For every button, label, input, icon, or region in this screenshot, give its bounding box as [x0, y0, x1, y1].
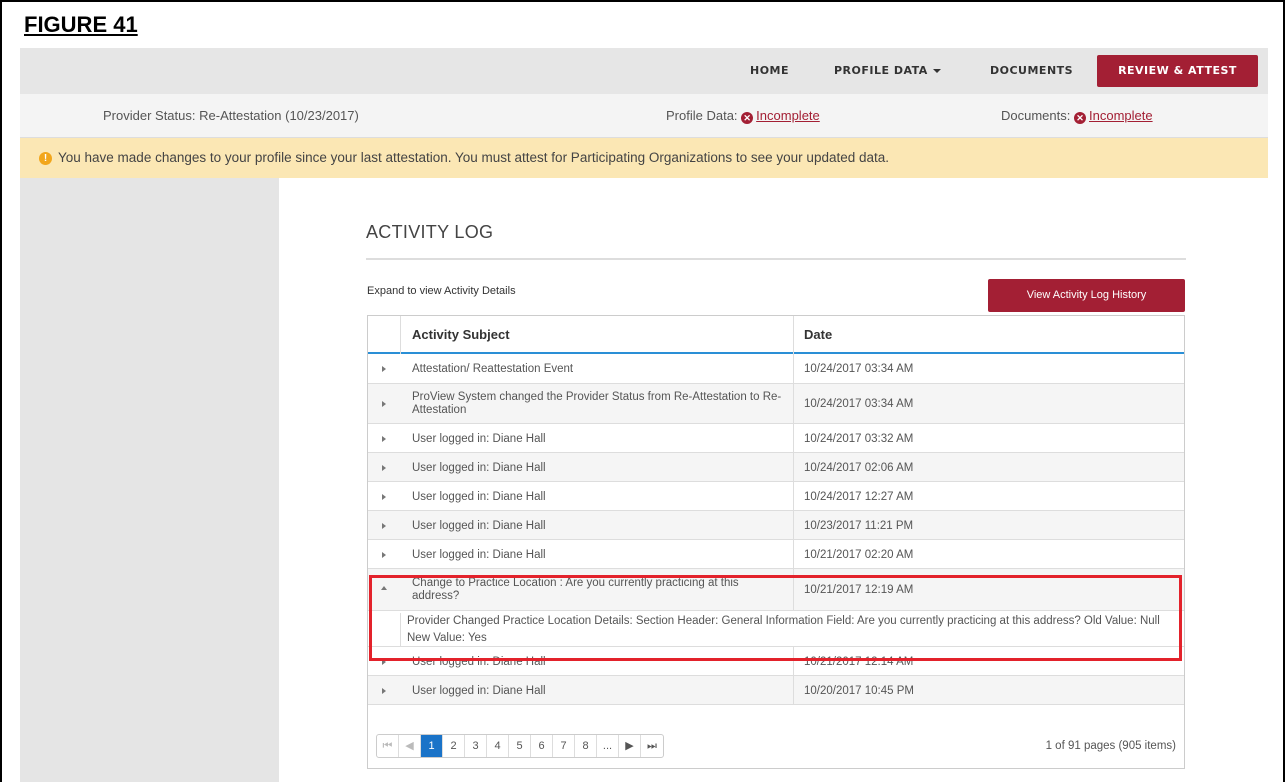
row-date: 10/24/2017 12:27 AM [804, 491, 914, 503]
expand-arrow-icon[interactable] [382, 436, 386, 442]
last-page-icon[interactable]: ⏭ [641, 735, 663, 757]
alert-text: You have made changes to your profile si… [58, 150, 890, 165]
table-row[interactable]: ProView System changed the Provider Stat… [368, 384, 1184, 424]
row-subject: ProView System changed the Provider Stat… [412, 391, 782, 416]
column-header-date[interactable]: Date [804, 327, 832, 342]
row-date: 10/24/2017 03:32 AM [804, 433, 914, 445]
row-date: 10/23/2017 11:21 PM [804, 520, 914, 532]
title-divider [366, 258, 1186, 260]
pagination-info: 1 of 91 pages (905 items) [1045, 740, 1176, 752]
page-button[interactable]: 7 [553, 735, 575, 757]
row-subject: User logged in: Diane Hall [412, 433, 546, 445]
provider-status: Provider Status: Re-Attestation (10/23/2… [103, 108, 359, 123]
expand-hint: Expand to view Activity Details [367, 285, 516, 297]
cell-divider [793, 676, 794, 704]
next-page-icon[interactable]: ▶ [619, 735, 641, 757]
expand-column-header [368, 316, 401, 354]
page-button[interactable]: 6 [531, 735, 553, 757]
page-button[interactable]: 4 [487, 735, 509, 757]
expand-arrow-icon[interactable] [382, 688, 386, 694]
documents-status: Documents: ✕ Incomplete [1001, 108, 1153, 124]
table-row[interactable]: User logged in: Diane Hall 10/23/2017 11… [368, 511, 1184, 540]
row-date: 10/24/2017 03:34 AM [804, 363, 914, 375]
attestation-alert: ! You have made changes to your profile … [20, 138, 1268, 178]
table-header: Activity Subject Date [368, 316, 1184, 354]
table-row[interactable]: User logged in: Diane Hall 10/20/2017 10… [368, 676, 1184, 705]
table-row[interactable]: Attestation/ Reattestation Event 10/24/2… [368, 354, 1184, 384]
page-button[interactable]: 2 [443, 735, 465, 757]
expand-arrow-icon[interactable] [382, 552, 386, 558]
activity-log-table: Activity Subject Date Attestation/ Reatt… [367, 315, 1185, 769]
page-button[interactable]: 8 [575, 735, 597, 757]
warning-icon: ! [39, 152, 52, 165]
status-bar: Provider Status: Re-Attestation (10/23/2… [20, 94, 1268, 138]
profile-data-incomplete-link[interactable]: Incomplete [756, 108, 820, 123]
figure-label: FIGURE 41 [24, 12, 138, 37]
nav-profile-data-label: PROFILE DATA [834, 64, 928, 77]
table-row[interactable]: User logged in: Diane Hall 10/24/2017 12… [368, 482, 1184, 511]
cell-divider [793, 424, 794, 452]
nav-profile-data[interactable]: PROFILE DATA [834, 48, 941, 94]
row-date: 10/24/2017 03:34 AM [804, 398, 914, 410]
row-subject: User logged in: Diane Hall [412, 462, 546, 474]
row-date: 10/21/2017 02:20 AM [804, 549, 914, 561]
chevron-down-icon [932, 69, 941, 73]
cell-divider [793, 482, 794, 510]
cell-divider [793, 511, 794, 539]
nav-home[interactable]: HOME [750, 48, 789, 94]
pagination: ⏮ ◀ 1 2 3 4 5 6 7 8 ... ▶ ⏭ [376, 734, 664, 758]
row-subject: User logged in: Diane Hall [412, 685, 546, 697]
nav-documents[interactable]: DOCUMENTS [990, 48, 1073, 94]
expand-arrow-icon[interactable] [382, 494, 386, 500]
top-navigation: HOME PROFILE DATA DOCUMENTS REVIEW & ATT… [20, 48, 1268, 94]
prev-page-icon[interactable]: ◀ [399, 735, 421, 757]
highlight-box [369, 575, 1182, 661]
row-subject: User logged in: Diane Hall [412, 549, 546, 561]
provider-status-value: Re-Attestation (10/23/2017) [199, 108, 359, 123]
table-row[interactable]: User logged in: Diane Hall 10/24/2017 02… [368, 453, 1184, 482]
column-header-activity-subject[interactable]: Activity Subject [412, 327, 510, 342]
expand-arrow-icon[interactable] [382, 465, 386, 471]
view-activity-log-history-button[interactable]: View Activity Log History [988, 279, 1185, 312]
column-divider [793, 316, 794, 354]
page-button[interactable]: 3 [465, 735, 487, 757]
profile-data-status-label: Profile Data: [666, 108, 738, 123]
error-icon: ✕ [741, 112, 754, 124]
row-subject: Attestation/ Reattestation Event [412, 363, 574, 375]
table-row[interactable]: User logged in: Diane Hall 10/21/2017 02… [368, 540, 1184, 569]
cell-divider [793, 540, 794, 568]
page-button[interactable]: 1 [421, 735, 443, 757]
page-button[interactable]: 5 [509, 735, 531, 757]
page-title: ACTIVITY LOG [366, 222, 494, 242]
expand-arrow-icon[interactable] [382, 523, 386, 529]
profile-data-status: Profile Data: ✕ Incomplete [666, 108, 820, 124]
cell-divider [793, 384, 794, 423]
row-subject: User logged in: Diane Hall [412, 520, 546, 532]
error-icon: ✕ [1074, 112, 1086, 124]
nav-review-attest-button[interactable]: REVIEW & ATTEST [1097, 55, 1258, 87]
sidebar [20, 178, 279, 782]
table-row[interactable]: User logged in: Diane Hall 10/24/2017 03… [368, 424, 1184, 453]
page-ellipsis-button[interactable]: ... [597, 735, 619, 757]
row-date: 10/20/2017 10:45 PM [804, 685, 914, 697]
documents-status-label: Documents: [1001, 108, 1071, 123]
row-subject: User logged in: Diane Hall [412, 491, 546, 503]
row-date: 10/24/2017 02:06 AM [804, 462, 914, 474]
cell-divider [793, 354, 794, 383]
cell-divider [793, 453, 794, 481]
documents-incomplete-link[interactable]: Incomplete [1089, 108, 1153, 123]
first-page-icon[interactable]: ⏮ [377, 735, 399, 757]
expand-arrow-icon[interactable] [382, 366, 386, 372]
expand-arrow-icon[interactable] [382, 401, 386, 407]
provider-status-label: Provider Status: [103, 108, 196, 123]
